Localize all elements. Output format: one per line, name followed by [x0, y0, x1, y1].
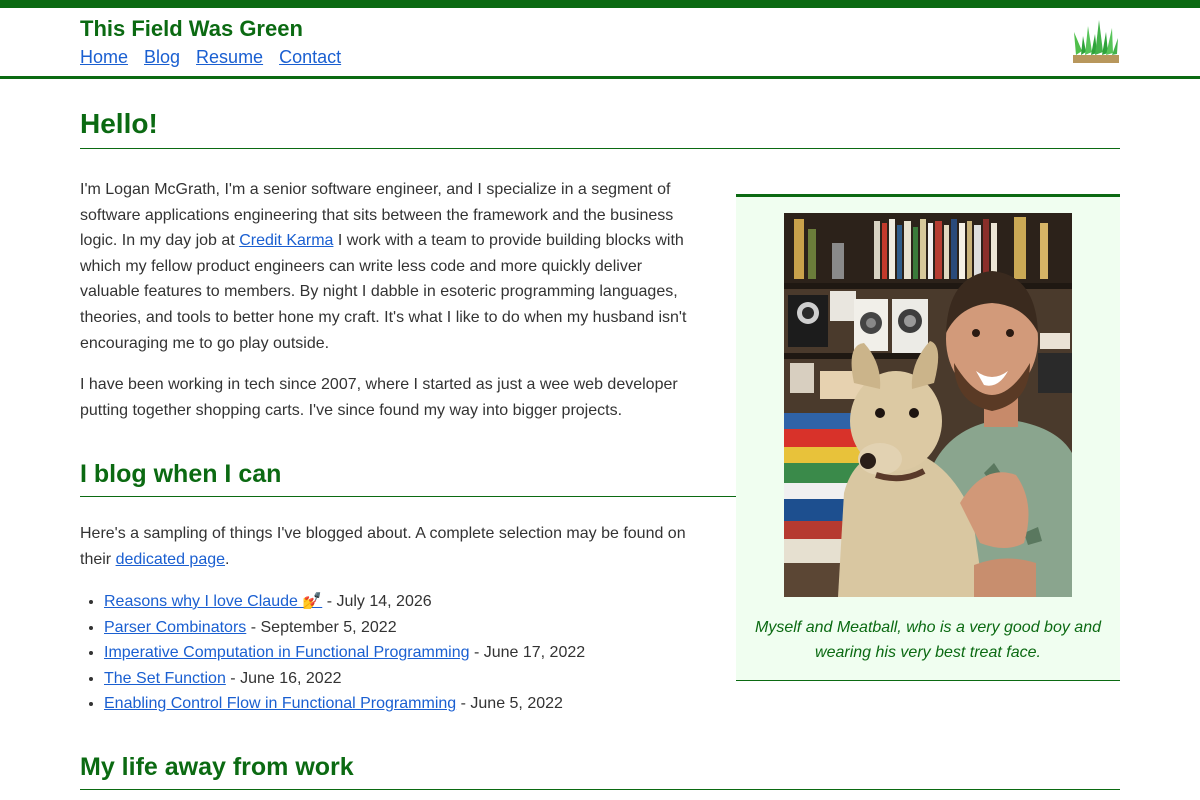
post-link[interactable]: The Set Function [104, 670, 226, 687]
list-item: Reasons why I love Claude 💅 - July 14, 2… [104, 589, 720, 615]
nav-home-link[interactable]: Home [80, 47, 128, 68]
hello-heading: Hello! [80, 108, 1120, 149]
post-date: - June 17, 2022 [469, 644, 586, 662]
nav-contact-link[interactable]: Contact [279, 47, 341, 68]
intro-paragraph: I'm Logan McGrath, I'm a senior software… [80, 177, 700, 356]
main-nav: Home Blog Resume Contact [80, 47, 341, 68]
intro-text-end: I work with a team to provide building b… [80, 232, 687, 352]
nav-resume-link[interactable]: Resume [196, 47, 263, 68]
post-link[interactable]: Parser Combinators [104, 619, 246, 636]
grass-logo-icon[interactable] [1072, 18, 1120, 64]
post-link[interactable]: Imperative Computation in Functional Pro… [104, 644, 470, 661]
list-item: Parser Combinators - September 5, 2022 [104, 615, 720, 641]
photo-illustration [784, 213, 1072, 597]
blog-heading: I blog when I can [80, 460, 736, 497]
post-date: - June 5, 2022 [456, 695, 563, 713]
post-link[interactable]: Enabling Control Flow in Functional Prog… [104, 695, 456, 712]
post-date: - July 14, 2026 [322, 593, 432, 610]
list-item: Imperative Computation in Functional Pro… [104, 640, 720, 666]
credit-karma-link[interactable]: Credit Karma [239, 232, 333, 249]
blog-intro-period: . [225, 550, 230, 568]
site-header: This Field Was Green Home Blog Resume Co… [0, 8, 1200, 79]
profile-aside: Myself and Meatball, who is a very good … [736, 194, 1120, 681]
nav-blog-link[interactable]: Blog [144, 47, 180, 68]
dedicated-page-link[interactable]: dedicated page [116, 551, 225, 568]
profile-photo [784, 213, 1072, 597]
list-item: The Set Function - June 16, 2022 [104, 666, 720, 692]
post-date: - September 5, 2022 [246, 618, 397, 636]
site-title[interactable]: This Field Was Green [80, 16, 303, 42]
post-date: - June 16, 2022 [225, 669, 342, 687]
blog-post-list: Reasons why I love Claude 💅 - July 14, 2… [80, 589, 720, 717]
blog-intro-paragraph: Here's a sampling of things I've blogged… [80, 521, 700, 572]
list-item: Enabling Control Flow in Functional Prog… [104, 691, 720, 717]
post-link[interactable]: Reasons why I love Claude 💅 [104, 593, 322, 610]
top-accent-strip [0, 0, 1200, 8]
photo-caption: Myself and Meatball, who is a very good … [755, 619, 1101, 661]
life-heading: My life away from work [80, 753, 1120, 790]
career-paragraph: I have been working in tech since 2007, … [80, 376, 678, 419]
